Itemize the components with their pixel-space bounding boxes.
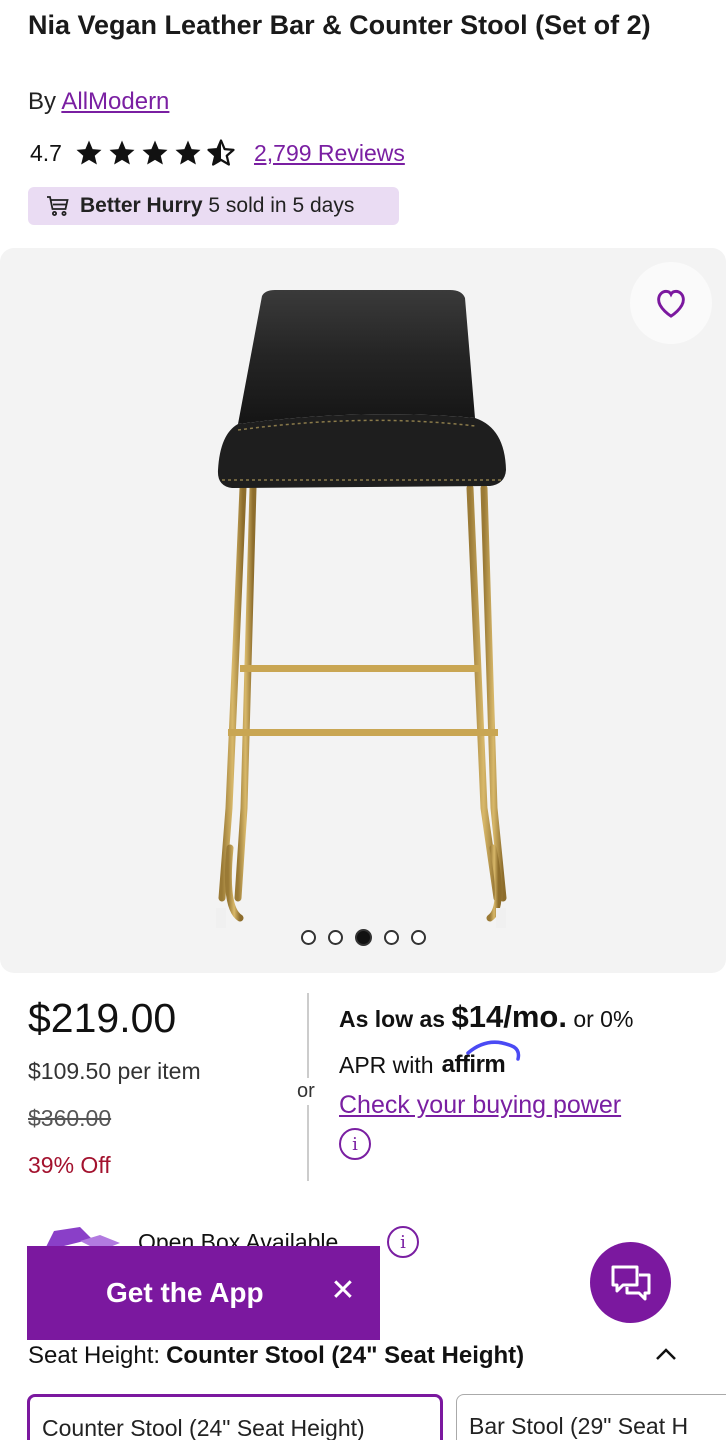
chevron-up-icon[interactable] (654, 1346, 678, 1362)
brand-line: By AllModern (28, 88, 169, 116)
hurry-text: 5 sold in 5 days (208, 194, 355, 217)
original-price: $360.00 (28, 1105, 112, 1131)
brand-link[interactable]: AllModern (61, 88, 169, 115)
chat-icon (611, 1265, 650, 1300)
by-label: By (28, 88, 57, 115)
affirm-logo: affirm (442, 1040, 520, 1085)
carousel-dot-active[interactable] (354, 929, 372, 946)
affirm-arc-icon (465, 1040, 520, 1061)
apr-line: APR with affirm (339, 1040, 709, 1085)
product-title: Nia Vegan Leather Bar & Counter Stool (S… (28, 10, 651, 40)
seat-height-value: Counter Stool (24" Seat Height) (166, 1342, 525, 1369)
carousel-dot[interactable] (300, 930, 316, 945)
product-image (216, 290, 507, 928)
financing-block: As low as $14/mo. or 0% APR with affirm … (339, 995, 709, 1160)
open-box-info-icon[interactable]: i (387, 1226, 419, 1258)
buying-power-link[interactable]: Check your buying power (339, 1091, 709, 1120)
get-app-label[interactable]: Get the App (106, 1277, 264, 1309)
financing-offer: As low as $14/mo. or 0% (339, 995, 709, 1041)
star-rating (74, 138, 236, 168)
info-icon[interactable]: i (339, 1128, 371, 1160)
star-full-icon (142, 140, 168, 165)
as-low-as-label: As low as (339, 1006, 446, 1032)
seat-height-selector[interactable]: Seat Height: Counter Stool (24" Seat Hei… (28, 1342, 688, 1370)
reviews-link[interactable]: 2,799 Reviews (254, 140, 405, 167)
close-icon[interactable]: ✕ (328, 1276, 358, 1306)
star-full-icon (109, 140, 135, 165)
star-full-icon (76, 140, 102, 165)
favorite-button[interactable] (630, 262, 712, 344)
hurry-bold: Better Hurry (80, 194, 203, 217)
seat-option-bar[interactable]: Bar Stool (29" Seat H (456, 1394, 726, 1440)
hurry-badge: Better Hurry 5 sold in 5 days (28, 187, 399, 225)
star-full-icon (175, 140, 201, 165)
seat-height-label: Seat Height: (28, 1342, 161, 1369)
monthly-price: $14/mo. (451, 999, 567, 1034)
cart-icon (47, 196, 69, 216)
per-item-price: $109.50 per item (28, 1058, 201, 1084)
carousel-dot[interactable] (383, 930, 399, 945)
star-half-icon (207, 139, 235, 166)
rating-value: 4.7 (30, 139, 62, 166)
rating-row[interactable]: 4.7 2,799 Reviews (30, 138, 405, 168)
product-image-gallery[interactable] (0, 248, 726, 973)
chat-button[interactable] (590, 1242, 671, 1323)
carousel-dot[interactable] (410, 930, 426, 945)
get-app-banner[interactable]: Get the App ✕ (27, 1246, 380, 1340)
sale-price: $219.00 (28, 995, 177, 1041)
apr-text: APR with (339, 1052, 434, 1078)
heart-icon (657, 289, 685, 318)
seat-option-counter[interactable]: Counter Stool (24" Seat Height) (27, 1394, 443, 1440)
carousel-dots (0, 929, 726, 946)
carousel-dot[interactable] (327, 930, 343, 945)
financing-suffix: or 0% (573, 1006, 634, 1032)
discount-label: 39% Off (28, 1152, 111, 1178)
or-label: or (297, 1078, 315, 1105)
